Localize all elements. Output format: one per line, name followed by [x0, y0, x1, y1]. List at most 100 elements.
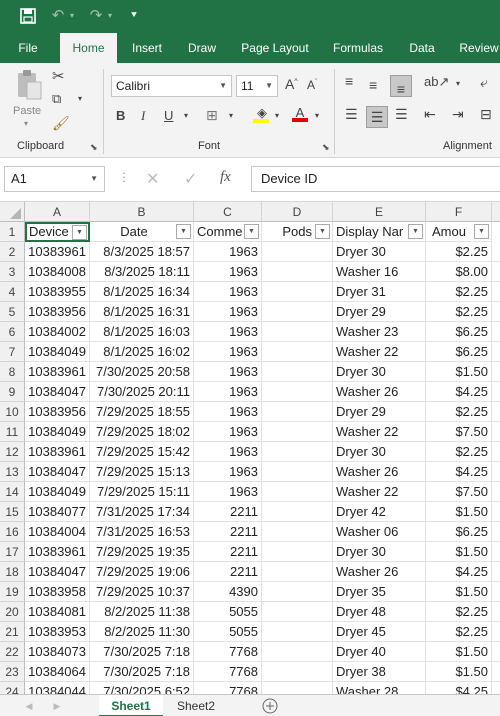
cell-device-id[interactable]: 10384077: [25, 502, 90, 522]
cell-empty[interactable]: [492, 422, 500, 442]
scroll-left-icon[interactable]: ◀: [22, 695, 36, 716]
cell-pods[interactable]: [262, 642, 333, 662]
cell-display-name[interactable]: Dryer 38: [333, 662, 426, 682]
cell-device-id[interactable]: 10384047: [25, 382, 90, 402]
font-launcher-icon[interactable]: ⬊: [322, 142, 330, 153]
tab-insert[interactable]: Insert: [125, 33, 169, 63]
cell-pods[interactable]: [262, 482, 333, 502]
cell-pods[interactable]: [262, 282, 333, 302]
row-header[interactable]: 14: [0, 482, 25, 502]
cell-device-id[interactable]: 10384004: [25, 522, 90, 542]
cell-empty[interactable]: [492, 282, 500, 302]
cell-comments[interactable]: 1963: [194, 302, 262, 322]
cell-device-id[interactable]: 10384073: [25, 642, 90, 662]
cell-amount[interactable]: $6.25: [426, 342, 492, 362]
cell-date[interactable]: 8/3/2025 18:57: [90, 242, 194, 262]
cell-empty[interactable]: [492, 642, 500, 662]
cell-display-name[interactable]: Washer 26: [333, 382, 426, 402]
row-header[interactable]: 1: [0, 222, 25, 242]
font-color-dropdown-icon[interactable]: ▾: [315, 111, 319, 120]
cell-comments[interactable]: 1963: [194, 442, 262, 462]
cell-amount[interactable]: $2.25: [426, 402, 492, 422]
sheet-tab-sheet2[interactable]: Sheet2: [166, 695, 226, 716]
cell-display-name[interactable]: Dryer 42: [333, 502, 426, 522]
align-right-icon[interactable]: ☰: [395, 106, 408, 123]
font-size-select[interactable]: 11 ▼: [236, 75, 278, 97]
cell-empty[interactable]: [492, 322, 500, 342]
row-header[interactable]: 15: [0, 502, 25, 522]
cell-amount[interactable]: $2.25: [426, 442, 492, 462]
filter-dropdown-icon[interactable]: ▼: [408, 224, 423, 239]
cell-comments[interactable]: 1963: [194, 382, 262, 402]
filter-dropdown-icon[interactable]: ▼: [72, 225, 87, 240]
cell-comments[interactable]: 2211: [194, 522, 262, 542]
cell-date[interactable]: 7/29/2025 10:37: [90, 582, 194, 602]
cell-empty[interactable]: [492, 682, 500, 694]
cell-comments[interactable]: 1963: [194, 362, 262, 382]
cell-amount[interactable]: $4.25: [426, 462, 492, 482]
cell-empty[interactable]: [492, 502, 500, 522]
cell-comments[interactable]: 7768: [194, 662, 262, 682]
tab-home[interactable]: Home: [60, 33, 117, 63]
copy-icon[interactable]: ⧉: [52, 91, 61, 107]
tab-review[interactable]: Review: [456, 33, 500, 63]
tab-page-layout[interactable]: Page Layout: [237, 33, 313, 63]
cell-empty[interactable]: [492, 522, 500, 542]
column-header-c[interactable]: C: [194, 202, 262, 222]
insert-function-icon[interactable]: fx: [220, 169, 231, 186]
cell-device-id[interactable]: 10383958: [25, 582, 90, 602]
cell-device-id[interactable]: 10384064: [25, 662, 90, 682]
cell-date[interactable]: 8/1/2025 16:31: [90, 302, 194, 322]
cell-date[interactable]: 7/30/2025 20:11: [90, 382, 194, 402]
tab-data[interactable]: Data: [404, 33, 440, 63]
font-color-icon[interactable]: A: [292, 105, 308, 122]
sheet-tab-sheet1[interactable]: Sheet1: [99, 695, 163, 716]
cell-date[interactable]: 8/2/2025 11:38: [90, 602, 194, 622]
cell-amount[interactable]: $1.50: [426, 662, 492, 682]
cell-amount[interactable]: $2.25: [426, 622, 492, 642]
row-header[interactable]: 17: [0, 542, 25, 562]
cell-date[interactable]: 8/1/2025 16:34: [90, 282, 194, 302]
align-center-icon[interactable]: ☰: [366, 106, 388, 128]
increase-font-size-icon[interactable]: A^: [285, 76, 298, 92]
row-header[interactable]: 23: [0, 662, 25, 682]
cell-amount[interactable]: $1.50: [426, 362, 492, 382]
cell-date[interactable]: 8/1/2025 16:02: [90, 342, 194, 362]
cell-device-id[interactable]: 10383961: [25, 442, 90, 462]
row-header[interactable]: 3: [0, 262, 25, 282]
cell-empty[interactable]: [492, 302, 500, 322]
row-header[interactable]: 5: [0, 302, 25, 322]
cell-empty[interactable]: [492, 242, 500, 262]
cell-comments[interactable]: 1963: [194, 262, 262, 282]
cell-comments[interactable]: 7768: [194, 682, 262, 694]
cell-device-id[interactable]: 10384008: [25, 262, 90, 282]
cell-device-id[interactable]: 10384047: [25, 562, 90, 582]
cell-comments[interactable]: 1963: [194, 322, 262, 342]
cell-empty[interactable]: [492, 622, 500, 642]
customize-toolbar-icon[interactable]: ⯆: [128, 6, 140, 26]
cell-amount[interactable]: $2.25: [426, 282, 492, 302]
cell-date[interactable]: 7/30/2025 6:52: [90, 682, 194, 694]
cell-pods[interactable]: [262, 582, 333, 602]
cell-device-id[interactable]: 10383953: [25, 622, 90, 642]
cell-amount[interactable]: $8.00: [426, 262, 492, 282]
cell-date[interactable]: 7/29/2025 15:42: [90, 442, 194, 462]
align-middle-icon[interactable]: ≡: [369, 77, 377, 93]
cell-pods[interactable]: [262, 262, 333, 282]
cell-empty[interactable]: [492, 402, 500, 422]
redo-icon[interactable]: ↷: [86, 6, 106, 26]
cell-pods[interactable]: [262, 662, 333, 682]
paste-dropdown-icon[interactable]: ▾: [24, 119, 28, 128]
orientation-icon[interactable]: ab↗: [424, 74, 449, 90]
cell-amount[interactable]: $2.25: [426, 602, 492, 622]
cell-amount[interactable]: $7.50: [426, 422, 492, 442]
row-header[interactable]: 9: [0, 382, 25, 402]
cell-empty[interactable]: [492, 382, 500, 402]
cell-device-id[interactable]: 10384002: [25, 322, 90, 342]
cell-pods[interactable]: [262, 462, 333, 482]
formula-bar-grip-icon[interactable]: ⋮: [118, 170, 130, 184]
cell-date[interactable]: 7/29/2025 15:13: [90, 462, 194, 482]
cell-pods[interactable]: [262, 442, 333, 462]
copy-dropdown-icon[interactable]: ▾: [78, 94, 82, 103]
row-header[interactable]: 19: [0, 582, 25, 602]
